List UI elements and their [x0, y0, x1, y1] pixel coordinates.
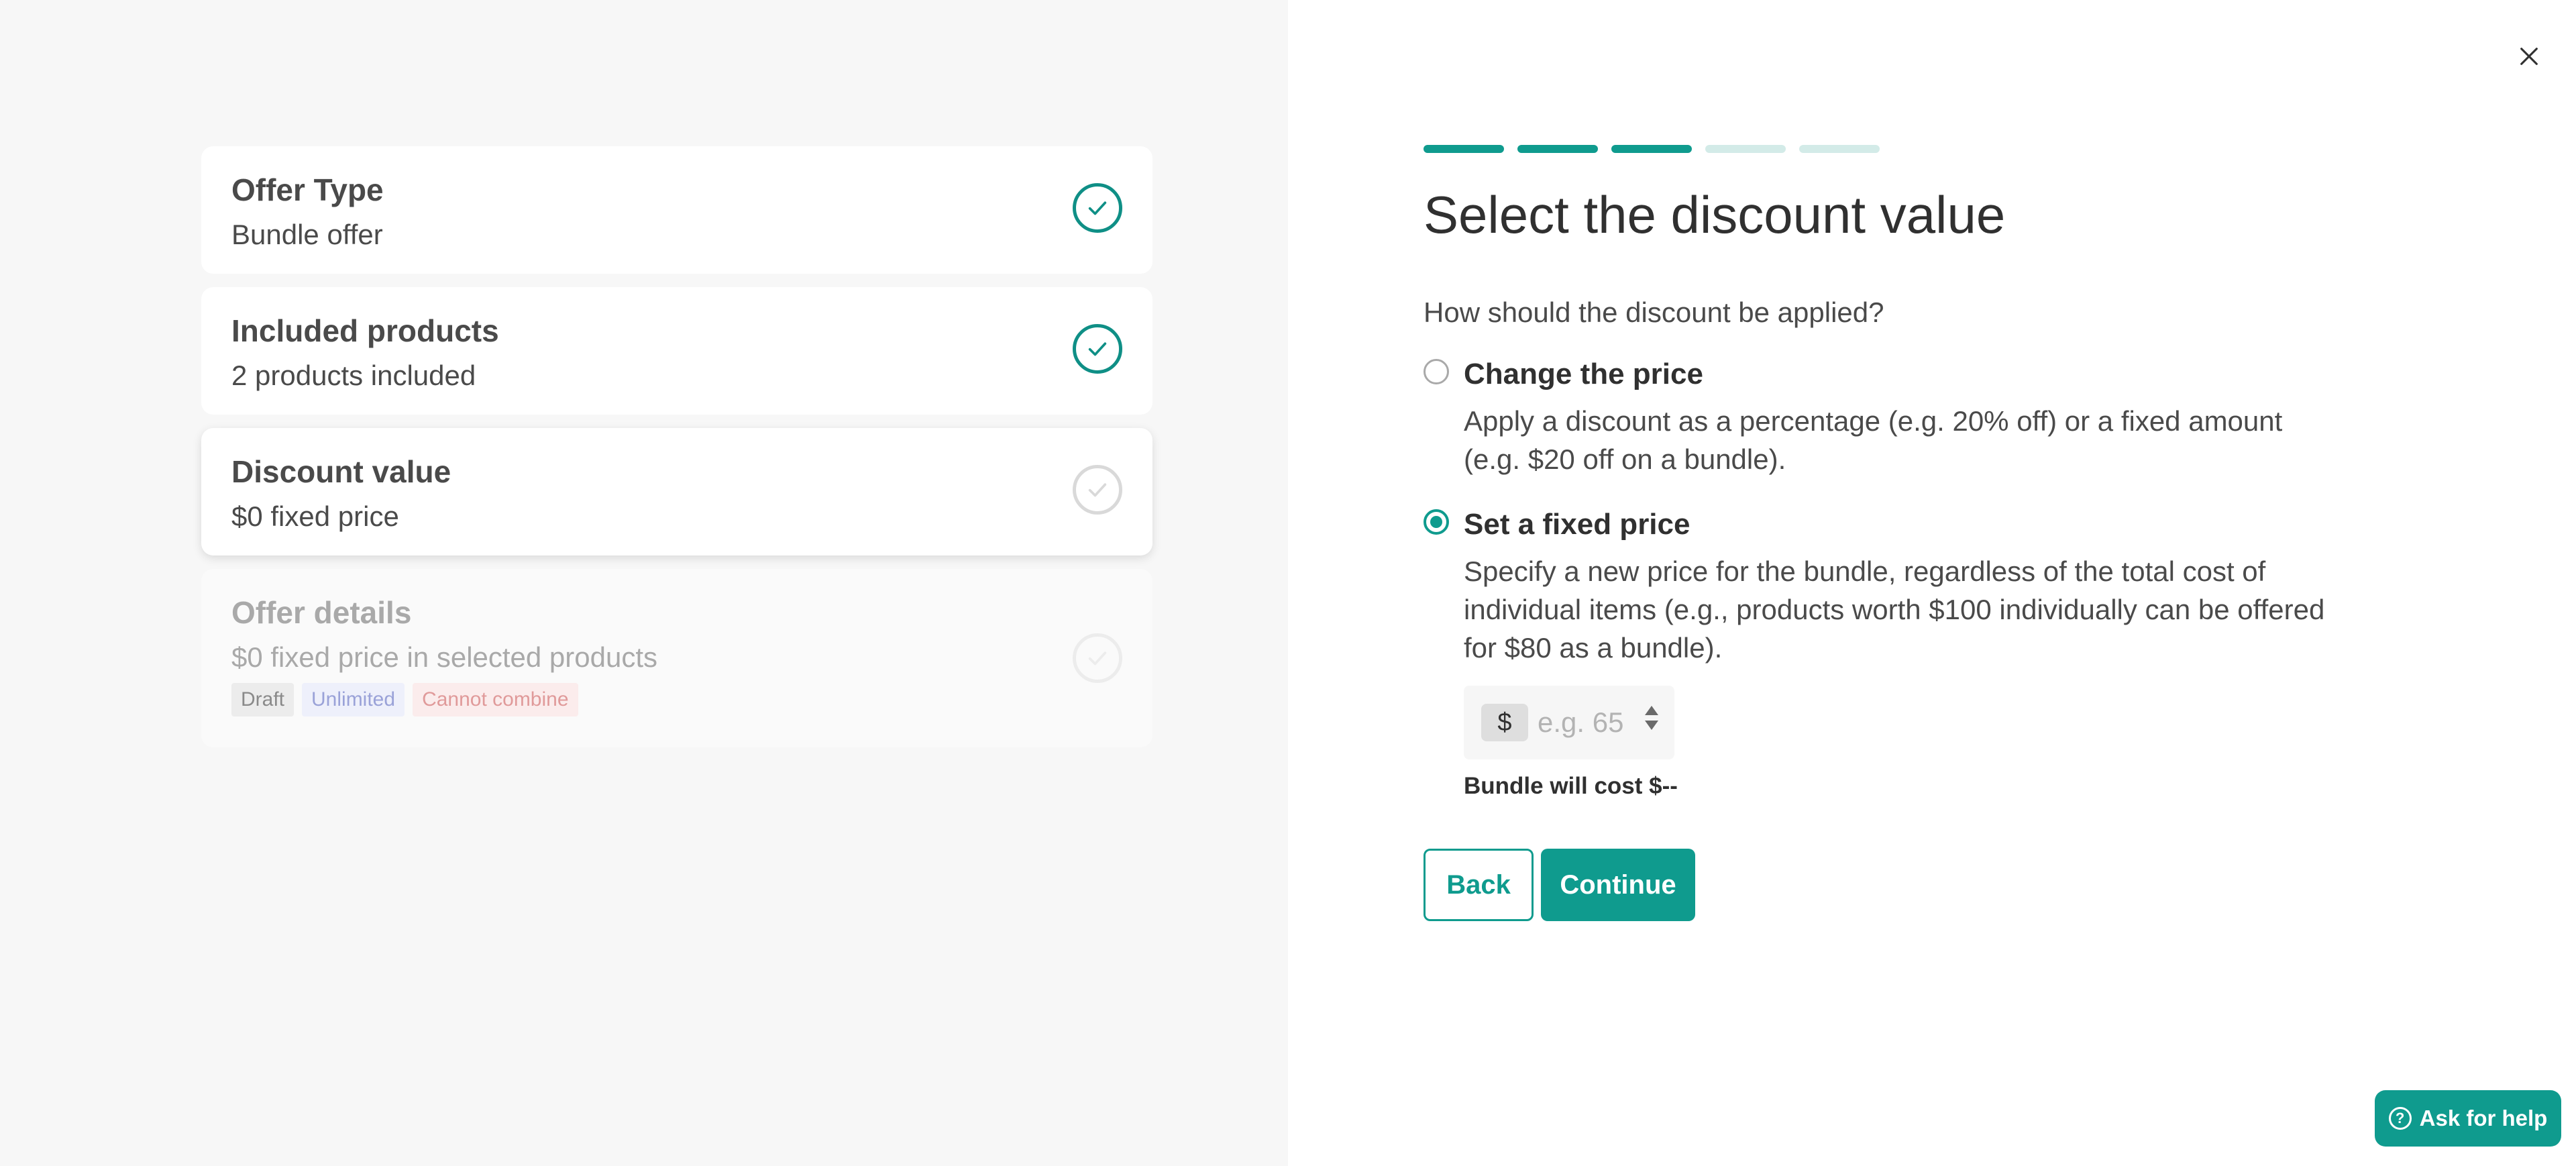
card-subtitle: $0 fixed price in selected products [231, 641, 658, 673]
card-subtitle: Bundle offer [231, 219, 383, 250]
progress-segment [1424, 145, 1504, 153]
continue-button[interactable]: Continue [1541, 849, 1695, 921]
check-circle-icon [1073, 324, 1122, 374]
page: Offer Type Bundle offer Included product… [0, 0, 2576, 1166]
card-title: Offer details [231, 595, 412, 630]
check-circle-icon [1073, 633, 1122, 683]
progress-segment [1705, 145, 1786, 153]
radio-change-price[interactable] [1424, 359, 1449, 384]
wizard-panel: Select the discount value How should the… [1288, 0, 2576, 1166]
help-label: Ask for help [2419, 1106, 2548, 1130]
summary-card-included-products[interactable]: Included products 2 products included [201, 287, 1152, 415]
badge-cannot-combine: Cannot combine [413, 683, 578, 717]
radio-fixed-price[interactable] [1424, 509, 1449, 535]
card-title: Offer Type [231, 172, 384, 207]
card-title: Discount value [231, 454, 451, 489]
option-title-change-price[interactable]: Change the price [1464, 358, 1703, 391]
check-circle-icon [1073, 183, 1122, 233]
stepper-down-icon[interactable] [1645, 721, 1658, 730]
close-icon [2520, 48, 2538, 65]
check-circle-icon [1073, 465, 1122, 515]
page-title: Select the discount value [1424, 185, 2006, 244]
question-circle-icon: ? [2388, 1107, 2412, 1130]
price-input[interactable] [1538, 699, 1638, 746]
progress-segment [1517, 145, 1598, 153]
question-label: How should the discount be applied? [1424, 297, 1884, 328]
card-title: Included products [231, 313, 499, 348]
back-button[interactable]: Back [1424, 849, 1534, 921]
stepper-up-icon[interactable] [1645, 706, 1658, 715]
price-field: $ [1464, 686, 1674, 759]
status-badges: Draft Unlimited Cannot combine [231, 683, 578, 717]
option-description-change-price: Apply a discount as a percentage (e.g. 2… [1464, 405, 2283, 475]
number-stepper[interactable] [1645, 706, 1658, 730]
ask-for-help-button[interactable]: ? Ask for help [2375, 1090, 2561, 1147]
progress-segment [1799, 145, 1880, 153]
bundle-cost-text: Bundle will cost $-- [1464, 773, 1678, 799]
summary-card-offer-type[interactable]: Offer Type Bundle offer [201, 146, 1152, 274]
badge-unlimited: Unlimited [302, 683, 405, 717]
step-progress [1424, 145, 1880, 153]
card-subtitle: $0 fixed price [231, 500, 399, 532]
summary-panel: Offer Type Bundle offer Included product… [0, 0, 1288, 1166]
progress-segment [1611, 145, 1692, 153]
badge-draft: Draft [231, 683, 294, 717]
currency-prefix: $ [1481, 704, 1528, 741]
card-subtitle: 2 products included [231, 360, 476, 391]
option-title-fixed-price[interactable]: Set a fixed price [1464, 508, 1690, 541]
summary-card-discount-value[interactable]: Discount value $0 fixed price [201, 428, 1152, 555]
option-description-fixed-price: Specify a new price for the bundle, rega… [1464, 555, 2325, 664]
summary-card-offer-details: Offer details $0 fixed price in selected… [201, 569, 1152, 747]
close-button[interactable] [2514, 42, 2544, 71]
